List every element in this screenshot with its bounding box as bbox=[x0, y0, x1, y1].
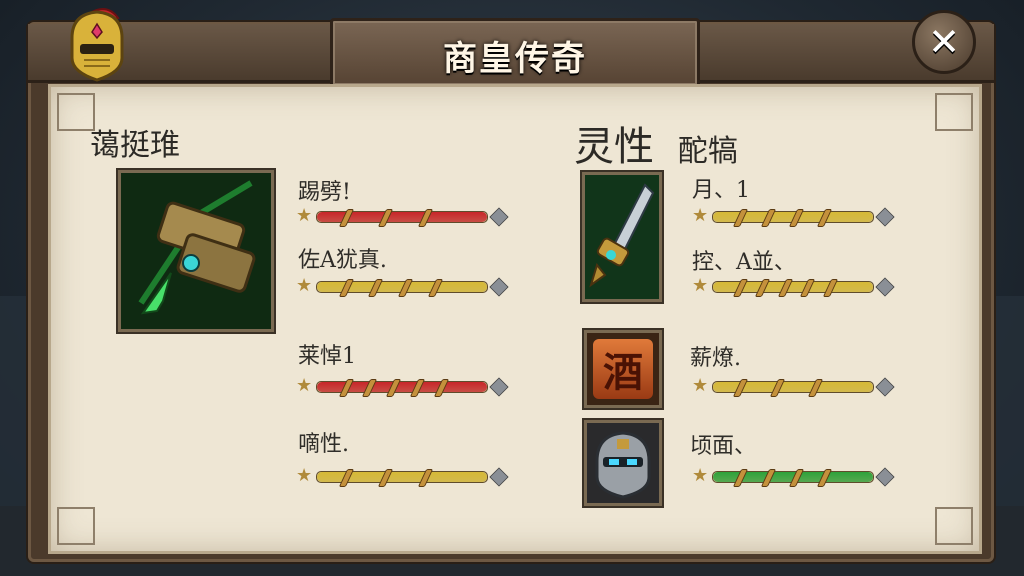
stat-bar: ★ bbox=[692, 205, 895, 227]
left-heading: 蔼挺琟 bbox=[90, 128, 180, 163]
page-title: 商皇传奇 bbox=[443, 39, 587, 79]
bar-tip-icon bbox=[489, 377, 509, 397]
right-heading: 灵性 bbox=[574, 124, 654, 170]
bar-tip-icon bbox=[489, 207, 509, 227]
stat-label: 踢劈! bbox=[298, 180, 351, 205]
wine-badge-slot[interactable]: 酒 bbox=[584, 330, 662, 408]
bar-track bbox=[316, 279, 488, 297]
star-icon: ★ bbox=[296, 205, 313, 226]
bar-tip-icon bbox=[875, 467, 895, 487]
star-icon: ★ bbox=[692, 205, 709, 226]
title-plate: 商皇传奇 bbox=[330, 18, 700, 88]
bar-tip-icon bbox=[489, 467, 509, 487]
corner-ornament bbox=[935, 507, 973, 545]
star-icon: ★ bbox=[692, 275, 709, 296]
star-icon: ★ bbox=[692, 375, 709, 396]
bar-track bbox=[316, 379, 488, 397]
armor-helmet-icon bbox=[587, 423, 659, 503]
bar-track bbox=[712, 379, 874, 397]
stat-bar: ★ bbox=[296, 465, 509, 487]
sword-icon bbox=[585, 175, 659, 299]
stat-bar: ★ bbox=[692, 465, 895, 487]
star-icon: ★ bbox=[692, 465, 709, 486]
stat-bar: ★ bbox=[692, 375, 895, 397]
star-icon: ★ bbox=[296, 375, 313, 396]
weapon-slot[interactable] bbox=[118, 170, 274, 332]
bar-tip-icon bbox=[875, 377, 895, 397]
corner-ornament bbox=[57, 507, 95, 545]
star-icon: ★ bbox=[296, 275, 313, 296]
stat-bar: ★ bbox=[296, 375, 509, 397]
stat-bar: ★ bbox=[692, 275, 895, 297]
corner-ornament bbox=[935, 93, 973, 131]
bar-track bbox=[712, 279, 874, 297]
bar-track bbox=[316, 469, 488, 487]
wine-badge-icon: 酒 bbox=[593, 339, 653, 399]
helmet-slot[interactable] bbox=[584, 420, 662, 506]
cannon-icon bbox=[121, 173, 271, 329]
stat-label: 顷面、 bbox=[690, 434, 757, 459]
helmet-icon bbox=[70, 8, 124, 82]
close-button[interactable]: ✕ bbox=[912, 10, 976, 74]
stat-bar: ★ bbox=[296, 275, 509, 297]
bar-track bbox=[712, 209, 874, 227]
sword-slot[interactable] bbox=[582, 172, 662, 302]
bar-tip-icon bbox=[875, 277, 895, 297]
bar-track bbox=[712, 469, 874, 487]
stat-label: 控、A並、 bbox=[692, 250, 796, 275]
bar-tip-icon bbox=[875, 207, 895, 227]
stat-label: 嘀性. bbox=[298, 432, 349, 457]
right-subheading: 酡犒 bbox=[678, 134, 738, 169]
star-icon: ★ bbox=[296, 465, 313, 486]
stat-label: 薪燎. bbox=[690, 346, 741, 371]
bar-track bbox=[316, 209, 488, 227]
stat-bar: ★ bbox=[296, 205, 509, 227]
stat-label: 莱悼1 bbox=[298, 344, 356, 369]
bar-tip-icon bbox=[489, 277, 509, 297]
stat-label: 佐A犹真. bbox=[298, 248, 387, 273]
stat-label: 月、1 bbox=[692, 178, 750, 203]
